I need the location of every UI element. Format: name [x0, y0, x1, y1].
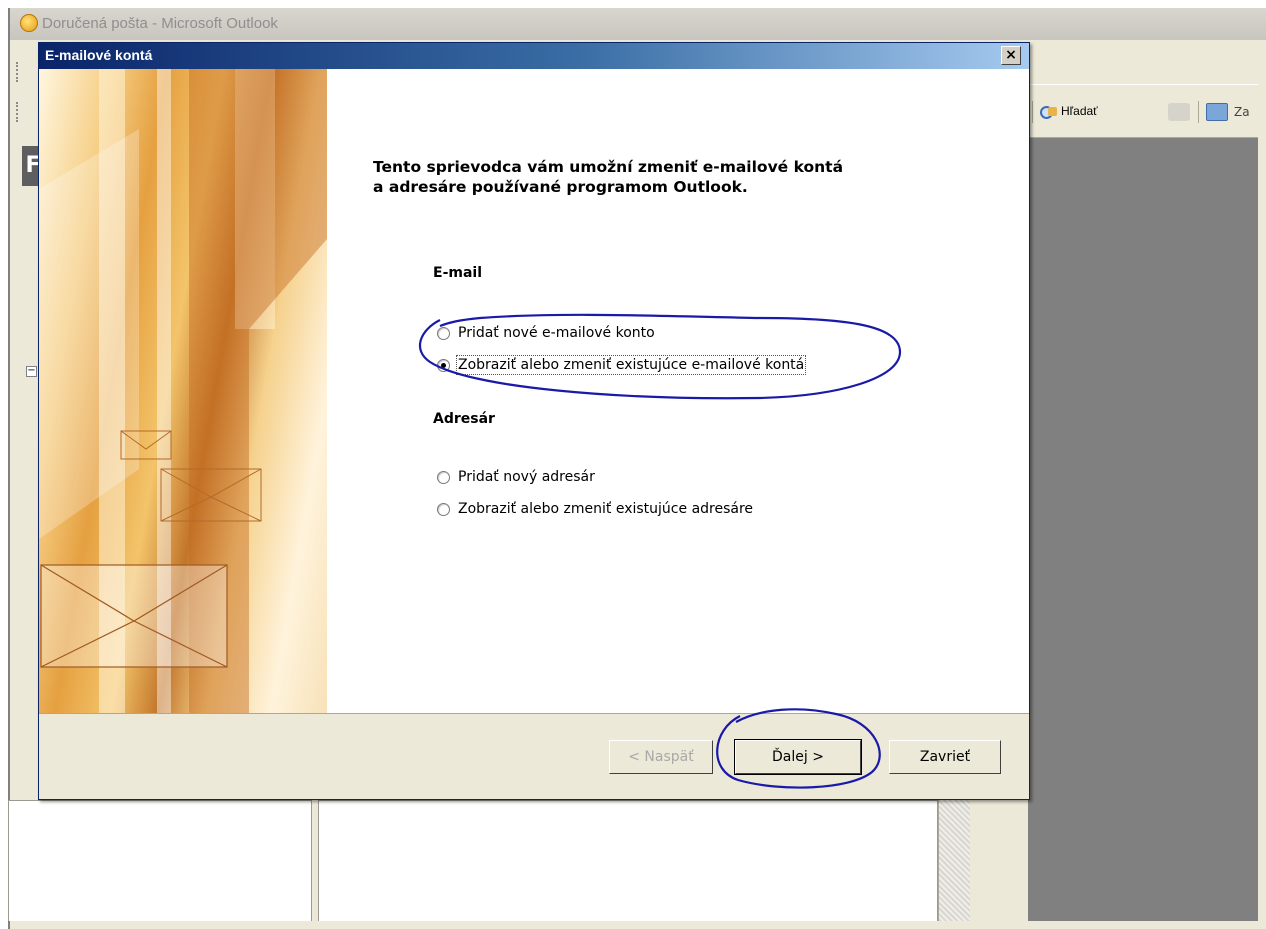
radio-label: Zobraziť alebo zmeniť existujúce e-mailo… [455, 355, 807, 375]
wizard-intro-text: Tento sprievodca vám umožní zmeniť e-mai… [373, 157, 973, 197]
close-button[interactable]: Zavrieť [889, 740, 1001, 774]
toolbar-separator [1198, 101, 1199, 123]
message-list-scrollbar[interactable] [938, 800, 970, 921]
address-book-icon[interactable] [1206, 103, 1228, 121]
find-label: Hľadať [1061, 104, 1098, 118]
radio-button-icon[interactable] [437, 502, 450, 516]
wizard-envelope-artwork [39, 69, 327, 713]
envelope-illustration [39, 69, 327, 713]
message-list-pane[interactable] [318, 800, 938, 921]
address-book-section-heading: Adresár [433, 411, 495, 427]
folder-tree-collapse-icon[interactable]: − [26, 366, 37, 377]
email-section-heading: E-mail [433, 265, 483, 281]
email-accounts-dialog: E-mailové kontá × Tento sprievodca vám u… [38, 42, 1030, 800]
intro-line-2: a adresáre používané programom Outlook. [373, 178, 748, 196]
toolbar-grip-icon[interactable] [16, 62, 20, 82]
radio-button-selected-icon[interactable] [437, 358, 450, 372]
dialog-title: E-mailové kontá [45, 47, 153, 63]
radio-label: Pridať nový adresár [458, 469, 595, 485]
outlook-app-icon [20, 14, 38, 32]
dialog-titlebar[interactable]: E-mailové kontá × [39, 43, 1029, 69]
toolbar-grip-icon[interactable] [16, 102, 20, 122]
toolbar-truncated-label: Za [1234, 105, 1250, 119]
radio-view-change-address-books[interactable]: Zobraziť alebo zmeniť existujúce adresár… [437, 501, 753, 517]
radio-button-icon[interactable] [437, 470, 450, 484]
folder-list-pane[interactable] [8, 800, 312, 921]
up-one-level-icon[interactable] [1168, 103, 1190, 121]
outlook-window-title: Doručená pošta - Microsoft Outlook [42, 15, 278, 32]
reading-pane [1028, 138, 1258, 921]
next-button[interactable]: Ďalej > [734, 739, 862, 775]
outlook-standard-toolbar: Hľadať Za [1028, 84, 1258, 138]
radio-button-icon[interactable] [437, 326, 450, 340]
close-icon[interactable]: × [1001, 46, 1021, 65]
radio-label: Zobraziť alebo zmeniť existujúce adresár… [458, 501, 754, 517]
find-icon [1040, 103, 1058, 119]
toolbar-separator [1032, 101, 1033, 123]
intro-line-1: Tento sprievodca vám umožní zmeniť e-mai… [373, 158, 844, 176]
radio-label: Pridať nové e-mailové konto [458, 325, 655, 341]
back-button[interactable]: < Naspäť [609, 740, 713, 774]
outlook-titlebar[interactable]: Doručená pošta - Microsoft Outlook [10, 8, 1266, 40]
find-button[interactable]: Hľadať [1040, 103, 1098, 119]
radio-view-change-email-accounts[interactable]: Zobraziť alebo zmeniť existujúce e-mailo… [437, 355, 807, 375]
radio-add-email-account[interactable]: Pridať nové e-mailové konto [437, 325, 655, 341]
wizard-page: Tento sprievodca vám umožní zmeniť e-mai… [39, 69, 1029, 713]
radio-add-address-book[interactable]: Pridať nový adresár [437, 469, 595, 485]
wizard-button-bar: < Naspäť Ďalej > Zavrieť [39, 713, 1029, 799]
